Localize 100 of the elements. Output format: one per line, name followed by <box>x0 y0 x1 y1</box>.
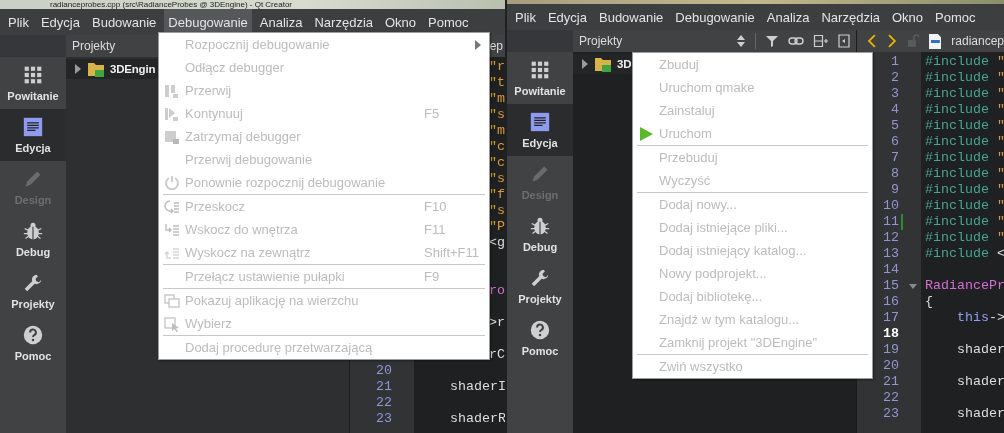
line-number: 19 <box>882 342 900 358</box>
submenu-arrow-icon <box>475 40 481 50</box>
menu-bar-item[interactable]: Debugowanie <box>164 9 252 35</box>
wrench-icon <box>530 267 550 288</box>
line-number: 4 <box>890 102 900 118</box>
mode-button[interactable]: Pomoc <box>507 312 573 364</box>
code-line: #include " <box>925 70 1004 86</box>
code-line: "s <box>489 171 505 187</box>
menu-bar-item[interactable]: Plik <box>511 4 540 30</box>
code-line: #include < <box>925 246 1004 262</box>
code-line: #include " <box>925 198 1004 214</box>
code-line: RadiancePr <box>925 278 1004 294</box>
menu-bar-item[interactable]: Pomoc <box>424 9 473 35</box>
forward-icon[interactable] <box>886 34 897 48</box>
code-line: >r <box>489 315 505 331</box>
mode-button[interactable]: Projekty <box>0 265 66 317</box>
line-number: 3 <box>890 86 900 102</box>
menu-bar-item[interactable]: Narzędzia <box>310 9 377 35</box>
mode-button[interactable]: Projekty <box>507 260 573 312</box>
help-icon <box>23 324 43 345</box>
filter-icon[interactable] <box>765 34 779 48</box>
panel-title[interactable]: Projekty <box>579 34 623 48</box>
file-name[interactable]: ep <box>489 39 503 53</box>
sort-arrows-icon[interactable] <box>736 34 746 48</box>
line-number: 9 <box>890 182 900 198</box>
code-line: shader <box>956 374 1004 390</box>
play-icon <box>164 105 180 122</box>
menu-bar-item[interactable]: Analiza <box>255 9 307 35</box>
code-line: "c <box>489 155 505 171</box>
mode-button[interactable]: Edycja <box>0 109 66 161</box>
back-icon[interactable] <box>867 34 877 48</box>
code-line: shader <box>956 342 1004 358</box>
mode-button[interactable]: Debug <box>0 213 66 265</box>
line-number: 20 <box>882 358 900 374</box>
code-line: rC <box>489 347 505 363</box>
code-line: "m <box>489 123 505 139</box>
shortcut-label: F5 <box>424 106 440 121</box>
menu-bar-item[interactable]: Plik <box>4 9 33 35</box>
panel-title[interactable]: Projekty <box>72 39 116 53</box>
pause-icon <box>164 82 180 99</box>
code-line: shader <box>956 406 1004 422</box>
expand-arrow-icon[interactable] <box>74 64 82 74</box>
code-line: #include " <box>925 166 1004 182</box>
wrench-icon <box>23 272 43 293</box>
shortcut-label: Shift+F11 <box>424 245 480 260</box>
menu-bar-item[interactable]: Budowanie <box>595 4 668 30</box>
code-line: "r <box>489 59 505 75</box>
mode-button[interactable]: Debug <box>507 208 573 260</box>
line-number: 6 <box>890 134 900 150</box>
expand-arrow-icon[interactable] <box>581 59 589 69</box>
step-into-icon <box>164 221 180 238</box>
link-icon[interactable] <box>788 34 804 48</box>
windows-icon <box>164 292 180 309</box>
window-title: radianceprobes.cpp (src\RadianceProbes @ 3DEngine) - Qt Creator <box>50 0 292 9</box>
step-over-icon <box>164 198 180 215</box>
code-line: "s <box>489 203 505 219</box>
menu-bar-item[interactable]: Debugowanie <box>671 4 759 30</box>
code-line: shaderR <box>449 411 505 427</box>
stop-icon <box>164 128 180 145</box>
mode-button[interactable]: Edycja <box>507 104 573 156</box>
menu-bar-item[interactable]: Okno <box>381 9 421 35</box>
code-line: ro <box>489 283 505 299</box>
file-name[interactable]: radiancep <box>951 34 1004 48</box>
code-line: <g <box>489 235 505 251</box>
play-icon <box>638 125 654 142</box>
code-line: #include " <box>925 54 1004 70</box>
line-number: 12 <box>882 230 900 246</box>
close-panel-icon[interactable] <box>838 34 850 48</box>
cursor-icon <box>164 315 180 332</box>
code-line: "f <box>489 187 505 203</box>
code-line: #include " <box>925 134 1004 150</box>
code-line: "s <box>489 107 505 123</box>
line-number: 10 <box>882 198 900 214</box>
mode-button[interactable]: Pomoc <box>0 317 66 369</box>
line-number: 8 <box>890 166 900 182</box>
code-line: #include " <box>925 118 1004 134</box>
menu-bar-item[interactable]: Analiza <box>762 4 814 30</box>
line-number: 16 <box>882 294 900 310</box>
menu-bar-item[interactable]: Pomoc <box>931 4 980 30</box>
line-number: 21 <box>882 374 900 390</box>
code-line: { <box>925 294 933 310</box>
bug-icon <box>23 220 43 241</box>
code-line: "t <box>489 75 505 91</box>
menu-bar-item[interactable]: Edycja <box>543 4 591 30</box>
folder-icon <box>594 55 612 73</box>
menu-bar-item[interactable]: Edycja <box>36 9 84 35</box>
code-line: #include " <box>925 150 1004 166</box>
grid-icon <box>23 64 43 85</box>
code-line: #include " <box>925 102 1004 118</box>
line-number: 2 <box>890 70 900 86</box>
menu-bar-item[interactable]: Narzędzia <box>817 4 884 30</box>
menu-bar-item[interactable]: Okno <box>888 4 928 30</box>
shortcut-label: F9 <box>424 269 440 284</box>
line-number: 23 <box>375 411 393 427</box>
document-icon <box>530 111 550 132</box>
bug-icon <box>530 215 550 236</box>
menu-bar-item[interactable]: Budowanie <box>88 9 161 35</box>
split-add-icon[interactable] <box>813 34 829 48</box>
mode-button[interactable]: Powitanie <box>0 57 66 109</box>
mode-button[interactable]: Powitanie <box>507 52 573 104</box>
